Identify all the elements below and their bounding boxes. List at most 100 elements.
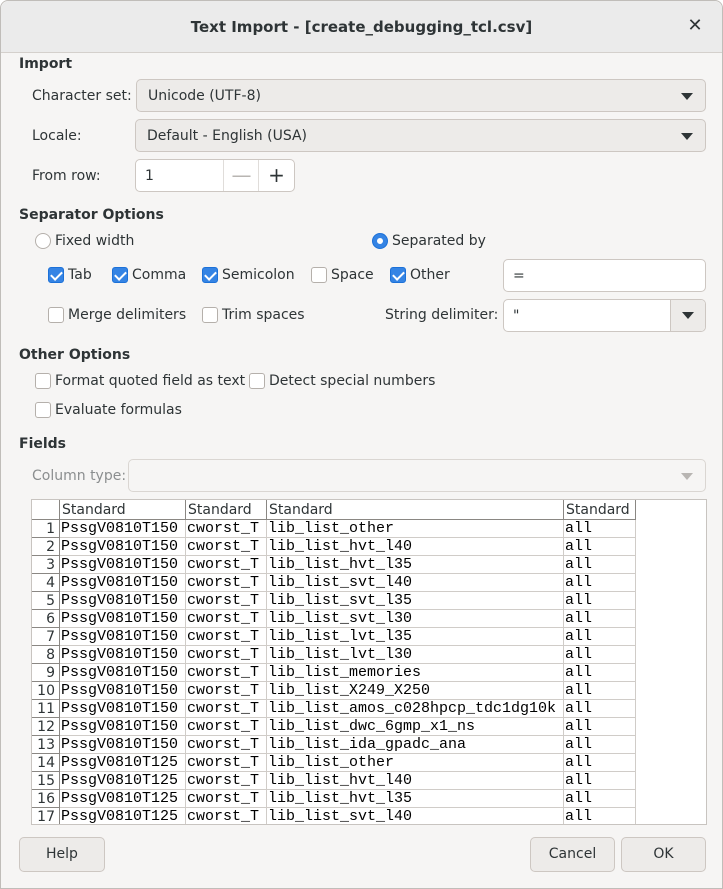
data-preview-grid[interactable]: Standard Standard Standard Standard 1 Pss… (31, 499, 707, 825)
column-header[interactable]: Standard (60, 500, 186, 520)
table-cell[interactable]: lib_list_X249_X250 (267, 682, 564, 700)
table-cell[interactable]: lib_list_ida_gpadc_ana (267, 736, 564, 754)
table-cell[interactable]: PssgV0810T150 (60, 682, 186, 700)
tab-checkbox[interactable]: Tab (48, 267, 92, 283)
table-cell[interactable]: PssgV0810T150 (60, 538, 186, 556)
table-cell[interactable]: PssgV0810T150 (60, 520, 186, 538)
table-cell[interactable]: lib_list_dwc_6gmp_x1_ns (267, 718, 564, 736)
semicolon-checkbox[interactable]: Semicolon (202, 267, 295, 283)
table-cell[interactable]: all (564, 574, 636, 592)
table-cell[interactable]: PssgV0810T150 (60, 736, 186, 754)
table-cell[interactable]: lib_list_lvt_l35 (267, 628, 564, 646)
table-cell[interactable]: PssgV0810T150 (60, 628, 186, 646)
table-cell[interactable]: all (564, 556, 636, 574)
table-cell[interactable]: cworst_T (186, 772, 267, 790)
table-cell[interactable]: cworst_T (186, 682, 267, 700)
table-cell[interactable]: lib_list_svt_l40 (267, 808, 564, 824)
table-cell[interactable]: PssgV0810T150 (60, 592, 186, 610)
comma-checkbox[interactable]: Comma (112, 267, 186, 283)
table-cell[interactable]: lib_list_hvt_l40 (267, 772, 564, 790)
table-row[interactable]: 5 PssgV0810T150 cworst_T lib_list_svt_l35 al… (32, 592, 636, 610)
format-quoted-checkbox[interactable]: Format quoted field as text (35, 373, 245, 389)
table-row[interactable]: 15 PssgV0810T125 cworst_T lib_list_hvt_l40 a… (32, 772, 636, 790)
table-cell[interactable]: cworst_T (186, 790, 267, 808)
table-cell[interactable]: lib_list_svt_l30 (267, 610, 564, 628)
ok-button[interactable]: OK (621, 837, 706, 872)
table-cell[interactable]: lib_list_lvt_l30 (267, 646, 564, 664)
merge-delimiters-checkbox[interactable]: Merge delimiters (48, 307, 186, 323)
table-cell[interactable]: PssgV0810T150 (60, 718, 186, 736)
table-cell[interactable]: cworst_T (186, 592, 267, 610)
minus-icon[interactable]: — (223, 160, 259, 191)
table-cell[interactable]: PssgV0810T150 (60, 646, 186, 664)
column-header[interactable]: Standard (267, 500, 564, 520)
table-row[interactable]: 4 PssgV0810T150 cworst_T lib_list_svt_l40 al… (32, 574, 636, 592)
close-icon[interactable]: ✕ (684, 15, 706, 37)
table-cell[interactable]: cworst_T (186, 808, 267, 824)
table-cell[interactable]: cworst_T (186, 754, 267, 772)
table-cell[interactable]: PssgV0810T125 (60, 790, 186, 808)
table-cell[interactable]: all (564, 592, 636, 610)
table-row[interactable]: 14 PssgV0810T125 cworst_T lib_list_other all (32, 754, 636, 772)
table-row[interactable]: 6 PssgV0810T150 cworst_T lib_list_svt_l30 al… (32, 610, 636, 628)
table-cell[interactable]: PssgV0810T150 (60, 700, 186, 718)
table-cell[interactable]: all (564, 610, 636, 628)
table-row[interactable]: 12 PssgV0810T150 cworst_T lib_list_dwc_6gmp… (32, 718, 636, 736)
table-cell[interactable]: cworst_T (186, 718, 267, 736)
table-cell[interactable]: all (564, 628, 636, 646)
string-delimiter-combo[interactable]: " (503, 299, 706, 332)
help-button[interactable]: Help (19, 837, 105, 872)
table-cell[interactable]: lib_list_hvt_l40 (267, 538, 564, 556)
separated-by-radio[interactable]: Separated by (372, 233, 486, 249)
other-checkbox[interactable]: Other (390, 267, 450, 283)
other-separator-input[interactable]: = (503, 259, 706, 292)
table-cell[interactable]: lib_list_amos_c028hpcp_tdc1dg10k (267, 700, 564, 718)
evaluate-formulas-checkbox[interactable]: Evaluate formulas (35, 402, 182, 418)
table-cell[interactable]: PssgV0810T125 (60, 754, 186, 772)
table-cell[interactable]: PssgV0810T150 (60, 664, 186, 682)
detect-special-numbers-checkbox[interactable]: Detect special numbers (249, 373, 435, 389)
table-cell[interactable]: cworst_T (186, 574, 267, 592)
table-cell[interactable]: cworst_T (186, 556, 267, 574)
table-row[interactable]: 10 PssgV0810T150 cworst_T lib_list_X249_X25… (32, 682, 636, 700)
table-cell[interactable]: lib_list_other (267, 754, 564, 772)
table-cell[interactable]: lib_list_svt_l35 (267, 592, 564, 610)
locale-combo[interactable]: Default - English (USA) (135, 119, 706, 152)
table-cell[interactable]: lib_list_hvt_l35 (267, 556, 564, 574)
plus-icon[interactable]: + (258, 160, 294, 191)
table-cell[interactable]: cworst_T (186, 520, 267, 538)
table-cell[interactable]: all (564, 520, 636, 538)
fixed-width-radio[interactable]: Fixed width (35, 233, 134, 249)
table-cell[interactable]: cworst_T (186, 538, 267, 556)
string-delimiter-dropdown[interactable] (670, 300, 705, 331)
table-cell[interactable]: cworst_T (186, 610, 267, 628)
table-cell[interactable]: cworst_T (186, 700, 267, 718)
table-cell[interactable]: PssgV0810T125 (60, 772, 186, 790)
table-cell[interactable]: PssgV0810T150 (60, 610, 186, 628)
column-type-combo[interactable] (128, 459, 706, 492)
table-cell[interactable]: PssgV0810T150 (60, 556, 186, 574)
table-cell[interactable]: lib_list_memories (267, 664, 564, 682)
table-cell[interactable]: all (564, 700, 636, 718)
table-cell[interactable]: cworst_T (186, 664, 267, 682)
table-row[interactable]: 16 PssgV0810T125 cworst_T lib_list_hvt_l35 a… (32, 790, 636, 808)
table-cell[interactable]: all (564, 736, 636, 754)
table-row[interactable]: 17 PssgV0810T125 cworst_T lib_list_svt_l40 a… (32, 808, 636, 824)
column-header[interactable]: Standard (186, 500, 267, 520)
table-cell[interactable]: lib_list_other (267, 520, 564, 538)
table-row[interactable]: 1 PssgV0810T150 cworst_T lib_list_other all (32, 520, 636, 538)
space-checkbox[interactable]: Space (311, 267, 374, 283)
table-cell[interactable]: all (564, 646, 636, 664)
column-header[interactable]: Standard (564, 500, 636, 520)
table-cell[interactable]: PssgV0810T125 (60, 808, 186, 824)
table-row[interactable]: 13 PssgV0810T150 cworst_T lib_list_ida_gpad… (32, 736, 636, 754)
table-row[interactable]: 7 PssgV0810T150 cworst_T lib_list_lvt_l35 al… (32, 628, 636, 646)
table-cell[interactable]: all (564, 682, 636, 700)
table-cell[interactable]: all (564, 754, 636, 772)
from-row-spinner[interactable]: 1 — + (135, 159, 295, 192)
table-cell[interactable]: all (564, 808, 636, 824)
table-cell[interactable]: all (564, 538, 636, 556)
table-row[interactable]: 2 PssgV0810T150 cworst_T lib_list_hvt_l40 al… (32, 538, 636, 556)
charset-combo[interactable]: Unicode (UTF-8) (136, 79, 706, 112)
table-cell[interactable]: cworst_T (186, 628, 267, 646)
